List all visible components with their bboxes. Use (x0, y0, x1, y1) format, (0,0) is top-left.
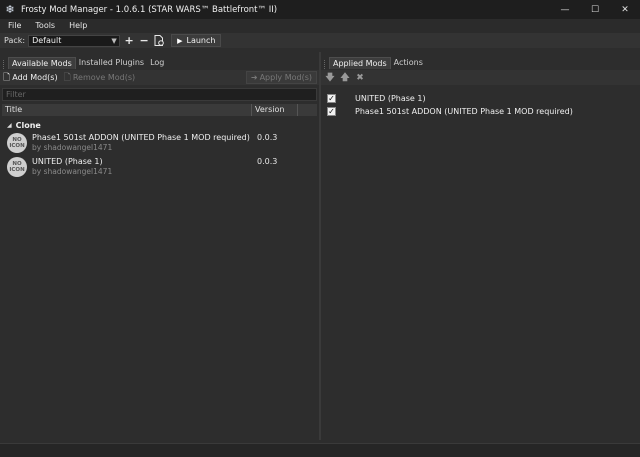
mod-version: 0.0.3 (257, 133, 278, 142)
move-up-icon[interactable]: 🡅 (339, 72, 351, 84)
mods-action-bar: 🗋 Add Mod(s) 🗋 Remove Mod(s) ➜ Apply Mod… (0, 70, 319, 85)
left-tabs: Available Mods Installed Plugins Log (0, 57, 167, 69)
tab-installed-plugins[interactable]: Installed Plugins (76, 57, 147, 69)
window-controls: — ☐ ✕ (550, 0, 640, 19)
enabled-checkbox[interactable]: ✓ (327, 106, 336, 116)
tab-actions[interactable]: Actions (391, 57, 426, 69)
pack-label: Pack: (4, 36, 26, 45)
panel-grip (3, 60, 5, 69)
export-pack-icon[interactable] (153, 35, 165, 47)
list-item[interactable]: ✓ Phase1 501st ADDON (UNITED Phase 1 MOD… (327, 105, 573, 117)
mod-author: by shadowangel1471 (32, 143, 113, 152)
mod-name: Phase1 501st ADDON (UNITED Phase 1 MOD r… (32, 133, 250, 142)
menu-help[interactable]: Help (62, 19, 94, 33)
panel-grip (324, 60, 326, 69)
play-icon: ▶ (177, 36, 183, 45)
add-mods-label: Add Mod(s) (12, 73, 58, 82)
column-version[interactable]: Version (252, 104, 298, 116)
minimize-button[interactable]: — (550, 0, 580, 19)
remove-mods-button[interactable]: 🗋 Remove Mod(s) (61, 71, 139, 84)
tab-applied-mods[interactable]: Applied Mods (329, 57, 391, 69)
close-button[interactable]: ✕ (610, 0, 640, 19)
status-bar (0, 443, 640, 457)
arrow-right-icon: ➜ (250, 73, 258, 82)
pack-select-value: Default (32, 35, 62, 45)
mod-author: by shadowangel1471 (32, 167, 113, 176)
apply-mods-button[interactable]: ➜ Apply Mod(s) (245, 71, 317, 84)
applied-tools-bar: 🡇 🡅 ✖ (321, 70, 640, 85)
right-tabs: Applied Mods Actions (321, 57, 426, 69)
no-icon-placeholder-icon: NO ICON (7, 157, 27, 177)
list-item[interactable]: NO ICON UNITED (Phase 1) by shadowangel1… (7, 156, 312, 178)
window-title: Frosty Mod Manager - 1.0.6.1 (STAR WARS™… (21, 4, 278, 15)
add-file-icon: 🗋 (3, 72, 11, 83)
category-label: Clone (15, 121, 41, 130)
list-item[interactable]: NO ICON Phase1 501st ADDON (UNITED Phase… (7, 132, 312, 154)
tab-available-mods[interactable]: Available Mods (8, 57, 76, 69)
no-icon-placeholder-icon: NO ICON (7, 133, 27, 153)
title-bar: ❄ Frosty Mod Manager - 1.0.6.1 (STAR WAR… (0, 0, 640, 19)
menu-bar: File Tools Help (0, 19, 640, 33)
mod-name: UNITED (Phase 1) (32, 157, 103, 166)
add-mods-button[interactable]: 🗋 Add Mod(s) (0, 71, 61, 84)
filter-input[interactable]: Filter (2, 88, 317, 101)
plus-icon[interactable]: + (123, 34, 135, 47)
remove-file-icon: 🗋 (63, 72, 71, 83)
available-mods-panel: Available Mods Installed Plugins Log 🗋 A… (0, 52, 319, 440)
category-group[interactable]: ◢ Clone (7, 121, 41, 130)
applied-mod-name: UNITED (Phase 1) (355, 93, 426, 103)
applied-mod-name: Phase1 501st ADDON (UNITED Phase 1 MOD r… (355, 106, 573, 116)
snowflake-icon: ❄ (5, 2, 15, 16)
maximize-button[interactable]: ☐ (580, 0, 610, 19)
minus-icon[interactable]: − (138, 34, 150, 47)
applied-mods-panel: Applied Mods Actions 🡇 🡅 ✖ ✓ UNITED (Pha… (321, 52, 640, 440)
apply-mods-label: Apply Mod(s) (259, 73, 312, 82)
mod-version: 0.0.3 (257, 157, 278, 166)
launch-label: Launch (186, 36, 216, 45)
pack-toolbar: Pack: Default ▼ + − ▶ Launch (0, 33, 640, 48)
menu-tools[interactable]: Tools (28, 19, 62, 33)
remove-mods-label: Remove Mod(s) (72, 73, 136, 82)
mods-table-header: Title Version (2, 104, 317, 116)
move-down-icon[interactable]: 🡇 (324, 72, 336, 84)
enabled-checkbox[interactable]: ✓ (327, 93, 336, 103)
launch-button[interactable]: ▶ Launch (171, 34, 222, 47)
collapse-caret-icon[interactable]: ◢ (7, 122, 12, 129)
dropdown-arrow-icon[interactable]: ▼ (109, 36, 119, 46)
menu-file[interactable]: File (0, 19, 28, 33)
column-title[interactable]: Title (2, 104, 252, 116)
list-item[interactable]: ✓ UNITED (Phase 1) (327, 92, 426, 104)
pack-select[interactable]: Default ▼ (28, 34, 121, 47)
remove-icon[interactable]: ✖ (354, 72, 366, 84)
tab-log[interactable]: Log (147, 57, 167, 69)
